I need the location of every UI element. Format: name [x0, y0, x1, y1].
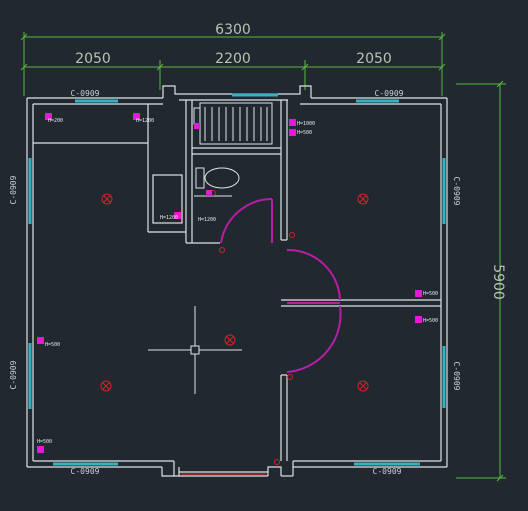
outlet-tl-a-tag: H=200	[48, 118, 63, 124]
floor-plan-drawing: 6300 2050 2200 2050 5900 C-0909 C-0909 C…	[9, 22, 506, 482]
total-height-label: 5900	[490, 264, 506, 300]
socket-icon	[289, 119, 296, 126]
outlet-right-b-tag: H=500	[423, 318, 438, 324]
outlet-right-a-tag: H=500	[423, 291, 438, 297]
toilet	[194, 167, 240, 197]
window-right-upper-label: C-0909	[452, 177, 461, 206]
shower-corner	[193, 107, 201, 125]
bathtub	[199, 102, 273, 145]
cad-crosshair-cursor[interactable]	[148, 306, 242, 394]
outlet-left-b-tag: H=500	[37, 439, 52, 445]
socket-icon	[37, 446, 44, 453]
window-right-lower-label: C-0909	[452, 362, 461, 391]
outlet-tl-b-tag: H=1200	[136, 118, 154, 124]
outlet-left-a-tag: H=500	[45, 342, 60, 348]
ceiling-lights	[100, 193, 369, 392]
light-icon	[100, 380, 112, 392]
outlet-bath-a-tag: H=1000	[297, 121, 315, 127]
socket-icon	[289, 129, 296, 136]
switch-icon	[287, 374, 293, 380]
total-width-label: 6300	[215, 22, 251, 38]
socket-icon	[37, 337, 44, 344]
switch-icon	[274, 459, 280, 465]
window-left-lower-label: C-0909	[9, 360, 18, 389]
dimension-lines	[20, 32, 506, 482]
socket-icon	[206, 190, 212, 196]
span-right-label: 2050	[356, 51, 392, 67]
light-icon	[224, 334, 236, 346]
socket-icon	[194, 123, 200, 129]
windows	[28, 93, 446, 466]
interior-walls	[33, 100, 441, 461]
light-icon	[357, 193, 369, 205]
outlets	[37, 113, 422, 453]
switch-icon	[219, 247, 225, 253]
window-top-left-label: C-0909	[71, 89, 100, 98]
light-icon	[101, 193, 113, 205]
switch-icon	[289, 232, 295, 238]
window-left-upper-label: C-0909	[9, 175, 18, 204]
outlet-toilet-tag: H=1200	[160, 215, 178, 221]
window-bottom-left-label: C-0909	[71, 467, 100, 476]
span-mid-label: 2200	[215, 51, 251, 67]
span-left-label: 2050	[75, 51, 111, 67]
light-icon	[357, 380, 369, 392]
window-top-right-label: C-0909	[375, 89, 404, 98]
outlet-bath-b-tag: H=500	[297, 130, 312, 136]
socket-icon	[415, 290, 422, 297]
socket-icon	[415, 316, 422, 323]
outlet-corridor-tag: H=1200	[198, 217, 216, 223]
window-bottom-right-label: C-0909	[373, 467, 402, 476]
